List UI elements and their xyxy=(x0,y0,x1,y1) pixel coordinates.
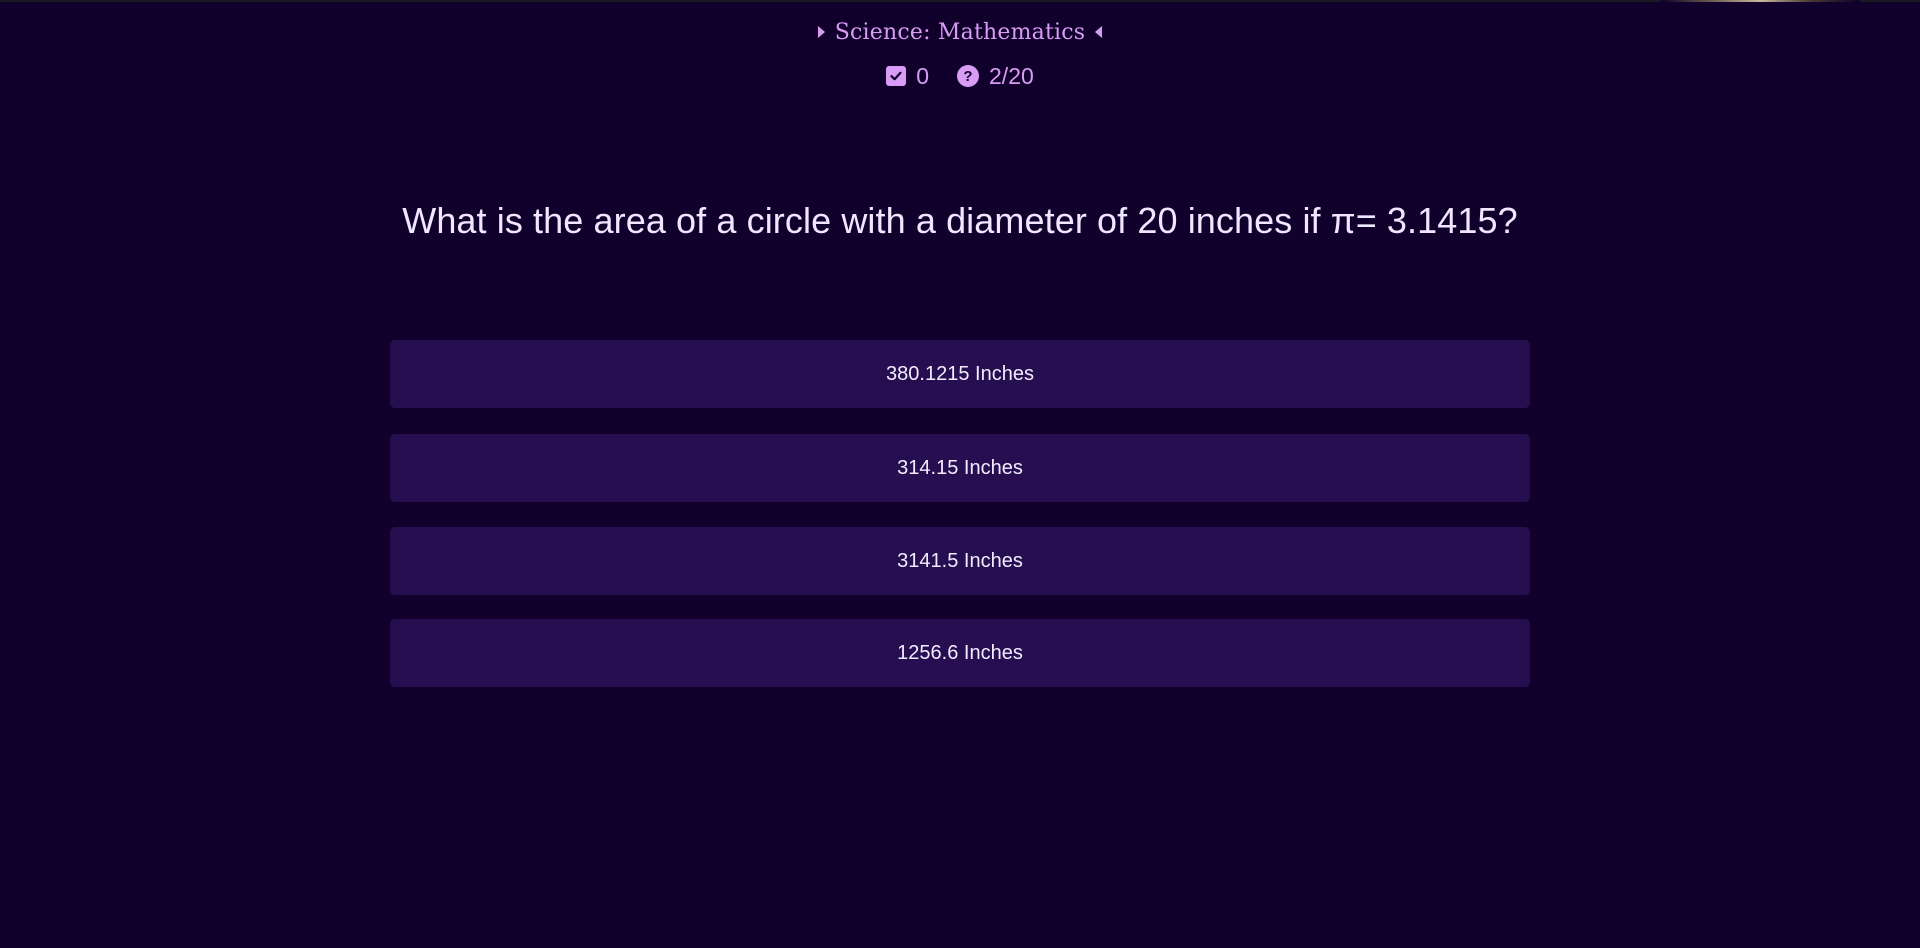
category-title: Science: Mathematics xyxy=(834,19,1086,45)
top-edge-image-fragment xyxy=(1660,0,1860,2)
correct-count: 0 xyxy=(916,62,930,89)
top-edge-bar xyxy=(0,0,1920,2)
category-header: Science: Mathematics xyxy=(0,16,1920,48)
answer-label: 1256.6 Inches xyxy=(897,641,1023,664)
caret-left-icon xyxy=(1095,26,1103,38)
answer-label: 380.1215 Inches xyxy=(886,362,1034,385)
question-text: What is the area of a circle with a diam… xyxy=(402,200,1518,241)
checkbox-checked-icon xyxy=(886,66,907,86)
answer-option[interactable]: 380.1215 Inches xyxy=(390,340,1530,408)
answer-option[interactable]: 314.15 Inches xyxy=(390,434,1530,502)
caret-right-icon xyxy=(817,26,825,38)
answer-list: 380.1215 Inches 314.15 Inches 3141.5 Inc… xyxy=(390,340,1530,713)
question-progress: 2/20 xyxy=(989,62,1034,89)
answer-option[interactable]: 1256.6 Inches xyxy=(390,619,1530,687)
question-circle-icon: ? xyxy=(957,65,980,87)
quiz-stats: 0 ? 2/20 xyxy=(0,60,1920,92)
answer-label: 3141.5 Inches xyxy=(897,549,1023,572)
correct-count-stat: 0 xyxy=(886,63,929,90)
answer-label: 314.15 Inches xyxy=(897,456,1023,479)
answer-option[interactable]: 3141.5 Inches xyxy=(390,527,1530,595)
question-progress-stat: ? 2/20 xyxy=(957,63,1034,90)
